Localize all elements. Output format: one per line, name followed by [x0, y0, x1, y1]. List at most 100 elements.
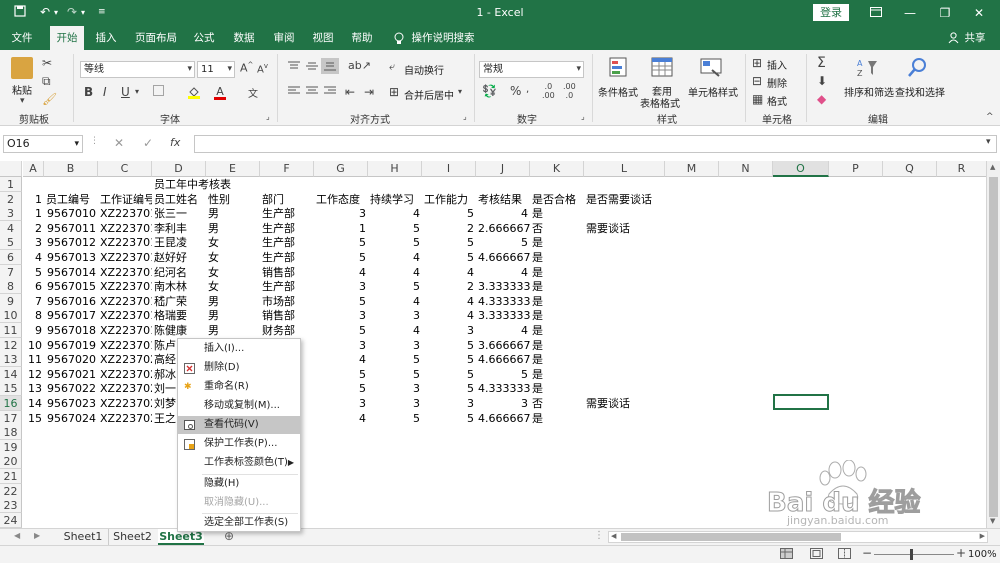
- cell[interactable]: 生产部: [260, 206, 314, 221]
- align-top-icon[interactable]: [288, 60, 300, 74]
- column-header-q[interactable]: Q: [883, 161, 937, 177]
- borders-icon[interactable]: [153, 85, 164, 99]
- cell[interactable]: 5: [314, 294, 368, 309]
- align-middle-icon[interactable]: [306, 60, 318, 74]
- cell[interactable]: 5: [476, 235, 530, 250]
- cell[interactable]: 4: [314, 352, 368, 367]
- cell[interactable]: 部门: [260, 192, 314, 207]
- cell[interactable]: 13: [23, 381, 44, 396]
- cell[interactable]: 9567018: [44, 323, 98, 338]
- cell[interactable]: 女: [206, 265, 260, 280]
- row-header-9[interactable]: 9: [0, 293, 22, 309]
- cell[interactable]: 销售部: [260, 308, 314, 323]
- format-cells-icon[interactable]: ▦: [752, 92, 763, 106]
- align-right-icon[interactable]: [324, 85, 336, 99]
- decrease-decimal-icon[interactable]: .00.0: [563, 82, 576, 100]
- row-header-22[interactable]: 22: [0, 483, 22, 499]
- decrease-indent-icon[interactable]: ⇤: [345, 85, 355, 99]
- cell[interactable]: 12: [23, 367, 44, 382]
- cell[interactable]: XZ223702: [98, 352, 152, 367]
- tab-page-layout[interactable]: 页面布局: [132, 26, 180, 50]
- cell[interactable]: 陈健康: [152, 323, 206, 338]
- cell[interactable]: 生产部: [260, 221, 314, 236]
- cell[interactable]: 3: [314, 308, 368, 323]
- percent-icon[interactable]: %: [510, 84, 521, 98]
- ribbon-display-icon[interactable]: [863, 3, 889, 23]
- cell[interactable]: 9: [23, 323, 44, 338]
- cell[interactable]: 是: [530, 235, 584, 250]
- cell[interactable]: 9567024: [44, 411, 98, 426]
- cell[interactable]: 女: [206, 235, 260, 250]
- cell[interactable]: 4: [314, 411, 368, 426]
- orientation-icon[interactable]: ab↗: [348, 59, 371, 72]
- cell[interactable]: 女: [206, 250, 260, 265]
- cell[interactable]: 9567014: [44, 265, 98, 280]
- chevron-down-icon[interactable]: ▾: [458, 87, 462, 96]
- column-header-b[interactable]: B: [44, 161, 98, 177]
- number-format-combo[interactable]: 常规 ▾: [479, 61, 584, 78]
- cell[interactable]: 4: [368, 250, 422, 265]
- column-header-n[interactable]: N: [719, 161, 773, 177]
- cell[interactable]: 1: [314, 221, 368, 236]
- menu-item-view-code[interactable]: 查看代码(V): [178, 416, 300, 434]
- cell[interactable]: 男: [206, 323, 260, 338]
- row-header-10[interactable]: 10: [0, 308, 22, 324]
- cell[interactable]: 4: [368, 265, 422, 280]
- cell[interactable]: 纪河名: [152, 265, 206, 280]
- restore-icon[interactable]: ❐: [932, 3, 958, 23]
- tab-review[interactable]: 审阅: [268, 26, 300, 50]
- cell[interactable]: 3.333333: [476, 308, 530, 323]
- row-header-13[interactable]: 13: [0, 352, 22, 368]
- collapse-ribbon-icon[interactable]: ^: [986, 112, 994, 122]
- wrap-text-icon[interactable]: ⤶: [389, 60, 395, 74]
- cell[interactable]: 5: [23, 265, 44, 280]
- conditional-format-button[interactable]: 条件格式: [598, 84, 638, 99]
- cell[interactable]: 嵇广荣: [152, 294, 206, 309]
- cell[interactable]: 9567021: [44, 367, 98, 382]
- cell[interactable]: 3: [314, 279, 368, 294]
- row-header-19[interactable]: 19: [0, 439, 22, 455]
- cell[interactable]: 5: [368, 279, 422, 294]
- cell[interactable]: 生产部: [260, 235, 314, 250]
- cell[interactable]: 9567013: [44, 250, 98, 265]
- find-select-button[interactable]: 查找和选择: [895, 84, 945, 99]
- tab-home[interactable]: 开始: [50, 26, 84, 50]
- cell[interactable]: 男: [206, 206, 260, 221]
- clear-icon[interactable]: ◆: [817, 92, 826, 106]
- column-header-e[interactable]: E: [206, 161, 260, 177]
- column-header-d[interactable]: D: [152, 161, 206, 177]
- cell[interactable]: 5: [368, 352, 422, 367]
- merge-center-icon[interactable]: ⊞: [389, 85, 399, 99]
- column-header-g[interactable]: G: [314, 161, 368, 177]
- cell[interactable]: 市场部: [260, 294, 314, 309]
- cell[interactable]: 男: [206, 308, 260, 323]
- cell[interactable]: 工作能力: [422, 192, 476, 207]
- cell[interactable]: 3.666667: [476, 338, 530, 353]
- tell-me-search[interactable]: 操作说明搜索: [410, 26, 476, 50]
- tab-formulas[interactable]: 公式: [188, 26, 220, 50]
- phonetic-icon[interactable]: 文: [248, 85, 258, 100]
- delete-cells-icon[interactable]: ⊟: [752, 74, 762, 88]
- menu-item-hide[interactable]: 隐藏(H): [178, 475, 300, 493]
- tab-view[interactable]: 视图: [307, 26, 339, 50]
- cell[interactable]: 5: [314, 250, 368, 265]
- normal-view-icon[interactable]: [780, 548, 793, 562]
- cell[interactable]: 南木林: [152, 279, 206, 294]
- enter-icon[interactable]: ✓: [143, 136, 153, 150]
- tab-data[interactable]: 数据: [228, 26, 260, 50]
- cell[interactable]: 需要谈话: [584, 396, 665, 411]
- cell[interactable]: 4: [368, 294, 422, 309]
- sheet-tab-sheet1[interactable]: Sheet1: [60, 529, 106, 545]
- cell[interactable]: 3.333333: [476, 279, 530, 294]
- cell[interactable]: 是否需要谈话: [584, 192, 665, 207]
- cell[interactable]: 是: [530, 338, 584, 353]
- cell[interactable]: 5: [422, 381, 476, 396]
- cell[interactable]: XZ223702: [98, 367, 152, 382]
- row-header-7[interactable]: 7: [0, 264, 22, 280]
- cell[interactable]: XZ223702: [98, 381, 152, 396]
- cell[interactable]: 2: [23, 221, 44, 236]
- align-left-icon[interactable]: [288, 85, 300, 99]
- cell[interactable]: 王昆凌: [152, 235, 206, 250]
- increase-decimal-icon[interactable]: .0.00: [542, 82, 555, 100]
- cell[interactable]: 工作态度: [314, 192, 368, 207]
